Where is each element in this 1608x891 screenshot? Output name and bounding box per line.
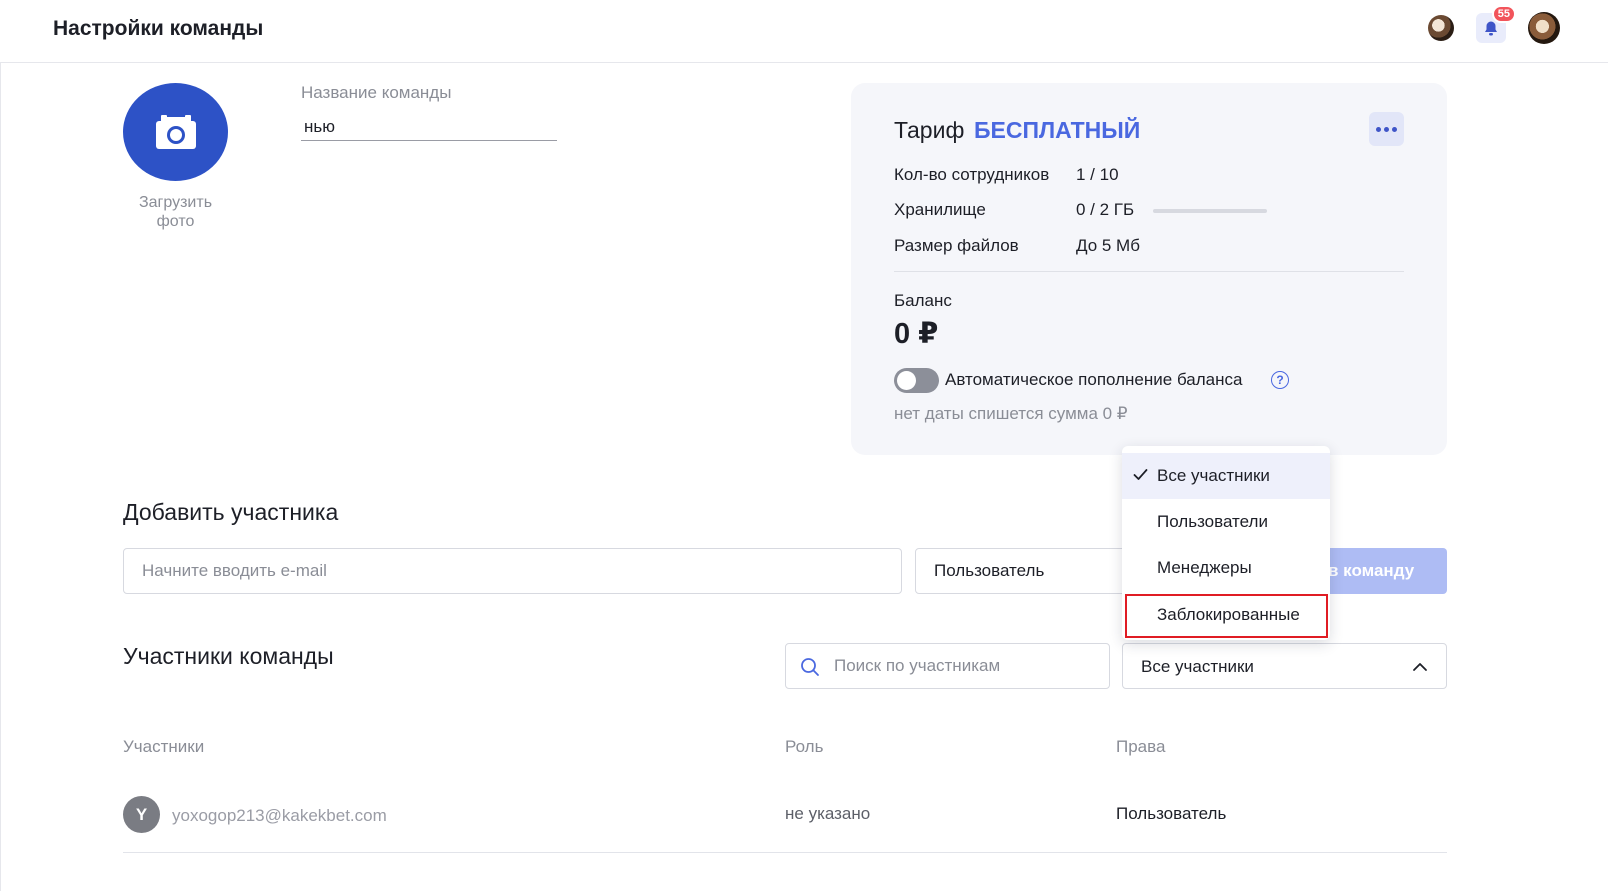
storage-value: 0 / 2 ГБ: [1076, 200, 1135, 219]
storage-progress-bar: [1153, 209, 1267, 213]
auto-topup-toggle[interactable]: [894, 368, 939, 393]
check-icon: [1133, 469, 1148, 480]
tariff-plan-name: БЕСПЛАТНЫЙ: [974, 117, 1141, 143]
file-size-label: Размер файлов: [894, 236, 1019, 255]
column-header-role: Роль: [785, 737, 824, 756]
member-filter-select[interactable]: Все участники: [1122, 643, 1447, 689]
employees-label: Кол-во сотрудников: [894, 165, 1050, 184]
camera-icon: [155, 115, 196, 149]
team-avatar-icon[interactable]: [1428, 15, 1454, 41]
toggle-knob: [897, 371, 916, 390]
member-filter-value: Все участники: [1141, 657, 1254, 676]
table-row-divider: [123, 852, 1447, 853]
member-role[interactable]: не указано: [785, 804, 870, 824]
role-select[interactable]: Пользователь: [915, 548, 1135, 594]
user-avatar[interactable]: [1528, 12, 1560, 44]
tariff-more-button[interactable]: [1369, 112, 1404, 146]
balance-value: 0 ₽: [894, 318, 939, 350]
employees-value: 1 / 10: [1076, 165, 1119, 184]
tariff-divider: [894, 271, 1404, 272]
upload-photo-label[interactable]: Загрузить фото: [123, 193, 228, 231]
dot-icon: [1392, 126, 1397, 132]
question-icon[interactable]: ?: [1271, 371, 1289, 389]
page-title: Настройки команды: [53, 17, 264, 40]
filter-option-label: Менеджеры: [1157, 558, 1252, 577]
members-title: Участники команды: [123, 643, 334, 669]
column-header-rights: Права: [1116, 737, 1166, 756]
member-filter-dropdown: Все участники Пользователи Менеджеры Заб…: [1122, 446, 1330, 640]
top-icons: 55: [1428, 5, 1560, 44]
filter-option-blocked[interactable]: Заблокированные: [1122, 592, 1330, 638]
balance-label: Баланс: [894, 291, 952, 310]
filter-option-all[interactable]: Все участники: [1122, 453, 1330, 499]
sidebar-divider: [0, 63, 1, 891]
file-size-value: До 5 Мб: [1076, 236, 1140, 255]
chevron-up-icon: [1413, 663, 1427, 671]
filter-option-managers[interactable]: Менеджеры: [1122, 545, 1330, 591]
member-search[interactable]: [785, 643, 1110, 689]
filter-option-label: Все участники: [1157, 466, 1270, 485]
dot-icon: [1376, 126, 1381, 132]
tariff-title: Тариф: [894, 117, 965, 143]
filter-option-label: Заблокированные: [1157, 605, 1300, 624]
notification-badge: 55: [1491, 5, 1516, 23]
dot-icon: [1384, 126, 1389, 132]
add-to-team-button[interactable]: в команду: [1318, 548, 1447, 594]
member-rights[interactable]: Пользователь: [1116, 804, 1226, 824]
member-search-input[interactable]: [834, 644, 1104, 688]
upload-photo-button[interactable]: [123, 83, 228, 181]
top-bar: Настройки команды 55: [0, 0, 1608, 63]
filter-option-users[interactable]: Пользователи: [1122, 499, 1330, 545]
member-avatar: Y: [123, 796, 160, 833]
team-name-label: Название команды: [301, 83, 452, 102]
email-input[interactable]: [123, 548, 902, 594]
notifications-button[interactable]: 55: [1476, 5, 1516, 43]
add-member-title: Добавить участника: [123, 499, 339, 525]
tariff-card: Тариф БЕСПЛАТНЫЙ Кол-во сотрудников 1 / …: [851, 83, 1447, 455]
auto-topup-note: нет даты спишется сумма 0 ₽: [894, 404, 1128, 423]
search-icon: [801, 658, 819, 676]
column-header-members: Участники: [123, 737, 205, 756]
storage-label: Хранилище: [894, 200, 986, 219]
filter-option-label: Пользователи: [1157, 512, 1268, 531]
member-email[interactable]: yoxogop213@kakekbet.com: [172, 806, 387, 826]
auto-topup-label: Автоматическое пополнение баланса: [945, 370, 1243, 389]
team-name-input[interactable]: [301, 113, 557, 141]
